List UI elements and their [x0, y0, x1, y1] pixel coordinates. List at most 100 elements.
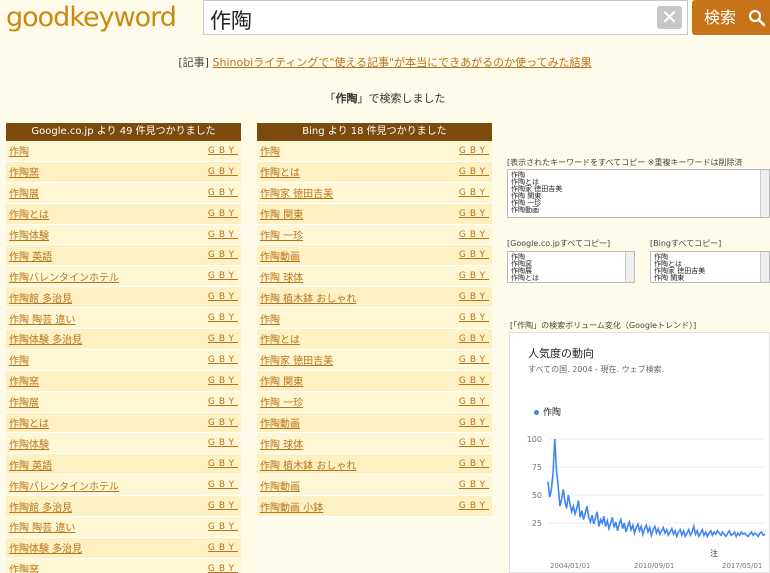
keyword-link[interactable]: 作陶 — [9, 143, 29, 158]
engine-link-b[interactable]: B — [219, 313, 229, 323]
keyword-link[interactable]: 作陶とは — [260, 331, 300, 346]
engine-link-g[interactable]: G — [459, 292, 470, 302]
engine-link-b[interactable]: B — [219, 397, 229, 407]
engine-link-g[interactable]: G — [459, 250, 470, 260]
engine-link-y[interactable]: Y — [229, 564, 239, 573]
engine-link-b[interactable]: B — [219, 418, 229, 428]
engine-link-y[interactable]: Y — [229, 543, 239, 553]
engine-link-b[interactable]: B — [470, 230, 480, 240]
engine-link-y[interactable]: Y — [480, 292, 490, 302]
engine-link-y[interactable]: Y — [229, 250, 239, 260]
keyword-link[interactable]: 作陶窯 — [9, 561, 39, 573]
engine-link-g[interactable]: G — [208, 250, 219, 260]
logo[interactable]: goodkeyword — [6, 2, 177, 33]
keyword-link[interactable]: 作陶 英語 — [9, 248, 52, 263]
engine-link-y[interactable]: Y — [480, 313, 490, 323]
keyword-link[interactable]: 作陶体験 多治見 — [9, 540, 82, 555]
engine-link-y[interactable]: Y — [480, 334, 490, 344]
keyword-link[interactable]: 作陶 一珍 — [260, 394, 303, 409]
engine-link-g[interactable]: G — [208, 376, 219, 386]
engine-link-y[interactable]: Y — [229, 459, 239, 469]
engine-link-g[interactable]: G — [208, 418, 219, 428]
engine-link-b[interactable]: B — [219, 167, 229, 177]
engine-link-b[interactable]: B — [470, 209, 480, 219]
engine-link-g[interactable]: G — [459, 459, 470, 469]
engine-link-y[interactable]: Y — [229, 418, 239, 428]
engine-link-y[interactable]: Y — [229, 438, 239, 448]
keyword-link[interactable]: 作陶動画 — [260, 478, 300, 493]
engine-link-b[interactable]: B — [470, 438, 480, 448]
scrollbar[interactable] — [760, 170, 769, 217]
keyword-link[interactable]: 作陶体験 — [9, 436, 49, 451]
engine-link-g[interactable]: G — [459, 438, 470, 448]
engine-link-g[interactable]: G — [208, 480, 219, 490]
engine-link-b[interactable]: B — [219, 146, 229, 156]
engine-link-b[interactable]: B — [470, 501, 480, 511]
engine-link-b[interactable]: B — [470, 480, 480, 490]
engine-link-y[interactable]: Y — [480, 376, 490, 386]
engine-link-b[interactable]: B — [470, 292, 480, 302]
engine-link-g[interactable]: G — [459, 209, 470, 219]
engine-link-b[interactable]: B — [470, 250, 480, 260]
engine-link-g[interactable]: G — [208, 146, 219, 156]
engine-link-b[interactable]: B — [470, 334, 480, 344]
engine-link-g[interactable]: G — [208, 438, 219, 448]
engine-link-y[interactable]: Y — [480, 397, 490, 407]
keyword-link[interactable]: 作陶家 徳田吉美 — [260, 352, 333, 367]
clear-button[interactable]: ✕ — [657, 6, 682, 29]
engine-link-g[interactable]: G — [459, 146, 470, 156]
engine-link-g[interactable]: G — [208, 230, 219, 240]
engine-link-y[interactable]: Y — [229, 355, 239, 365]
search-button[interactable]: 検索 — [692, 0, 770, 35]
engine-link-y[interactable]: Y — [480, 188, 490, 198]
engine-link-b[interactable]: B — [219, 271, 229, 281]
scrollbar[interactable] — [625, 252, 634, 282]
engine-link-g[interactable]: G — [459, 230, 470, 240]
keyword-link[interactable]: 作陶 — [9, 352, 29, 367]
engine-link-g[interactable]: G — [208, 167, 219, 177]
engine-link-b[interactable]: B — [470, 167, 480, 177]
engine-link-g[interactable]: G — [208, 188, 219, 198]
engine-link-b[interactable]: B — [219, 355, 229, 365]
engine-link-g[interactable]: G — [208, 564, 219, 573]
engine-link-g[interactable]: G — [459, 397, 470, 407]
engine-link-y[interactable]: Y — [480, 501, 490, 511]
engine-link-y[interactable]: Y — [229, 522, 239, 532]
engine-link-g[interactable]: G — [208, 459, 219, 469]
keyword-link[interactable]: 作陶展 — [9, 185, 39, 200]
engine-link-g[interactable]: G — [459, 376, 470, 386]
keyword-link[interactable]: 作陶動画 — [260, 248, 300, 263]
engine-link-y[interactable]: Y — [229, 167, 239, 177]
engine-link-g[interactable]: G — [208, 313, 219, 323]
keyword-link[interactable]: 作陶 球体 — [260, 269, 303, 284]
copy-google-textarea[interactable]: 作陶 作陶窯 作陶展 作陶とは — [507, 251, 635, 283]
engine-link-y[interactable]: Y — [229, 230, 239, 240]
keyword-link[interactable]: 作陶館 多治見 — [9, 499, 72, 514]
keyword-link[interactable]: 作陶動画 — [260, 415, 300, 430]
keyword-link[interactable]: 作陶とは — [260, 164, 300, 179]
engine-link-g[interactable]: G — [459, 418, 470, 428]
engine-link-y[interactable]: Y — [229, 334, 239, 344]
engine-link-b[interactable]: B — [219, 543, 229, 553]
engine-link-g[interactable]: G — [459, 313, 470, 323]
keyword-link[interactable]: 作陶バレンタインホテル — [9, 478, 119, 493]
engine-link-y[interactable]: Y — [229, 271, 239, 281]
keyword-link[interactable]: 作陶窯 — [9, 164, 39, 179]
engine-link-b[interactable]: B — [219, 209, 229, 219]
search-input[interactable]: 作陶 — [203, 0, 688, 35]
keyword-link[interactable]: 作陶窯 — [9, 373, 39, 388]
engine-link-g[interactable]: G — [208, 543, 219, 553]
keyword-link[interactable]: 作陶体験 — [9, 227, 49, 242]
keyword-link[interactable]: 作陶 球体 — [260, 436, 303, 451]
keyword-link[interactable]: 作陶 一珍 — [260, 227, 303, 242]
engine-link-g[interactable]: G — [208, 501, 219, 511]
engine-link-b[interactable]: B — [219, 230, 229, 240]
engine-link-b[interactable]: B — [219, 376, 229, 386]
engine-link-y[interactable]: Y — [480, 209, 490, 219]
engine-link-b[interactable]: B — [470, 376, 480, 386]
keyword-link[interactable]: 作陶 植木鉢 おしゃれ — [260, 457, 356, 472]
engine-link-g[interactable]: G — [459, 167, 470, 177]
engine-link-g[interactable]: G — [208, 209, 219, 219]
engine-link-y[interactable]: Y — [480, 418, 490, 428]
keyword-link[interactable]: 作陶 関東 — [260, 206, 303, 221]
